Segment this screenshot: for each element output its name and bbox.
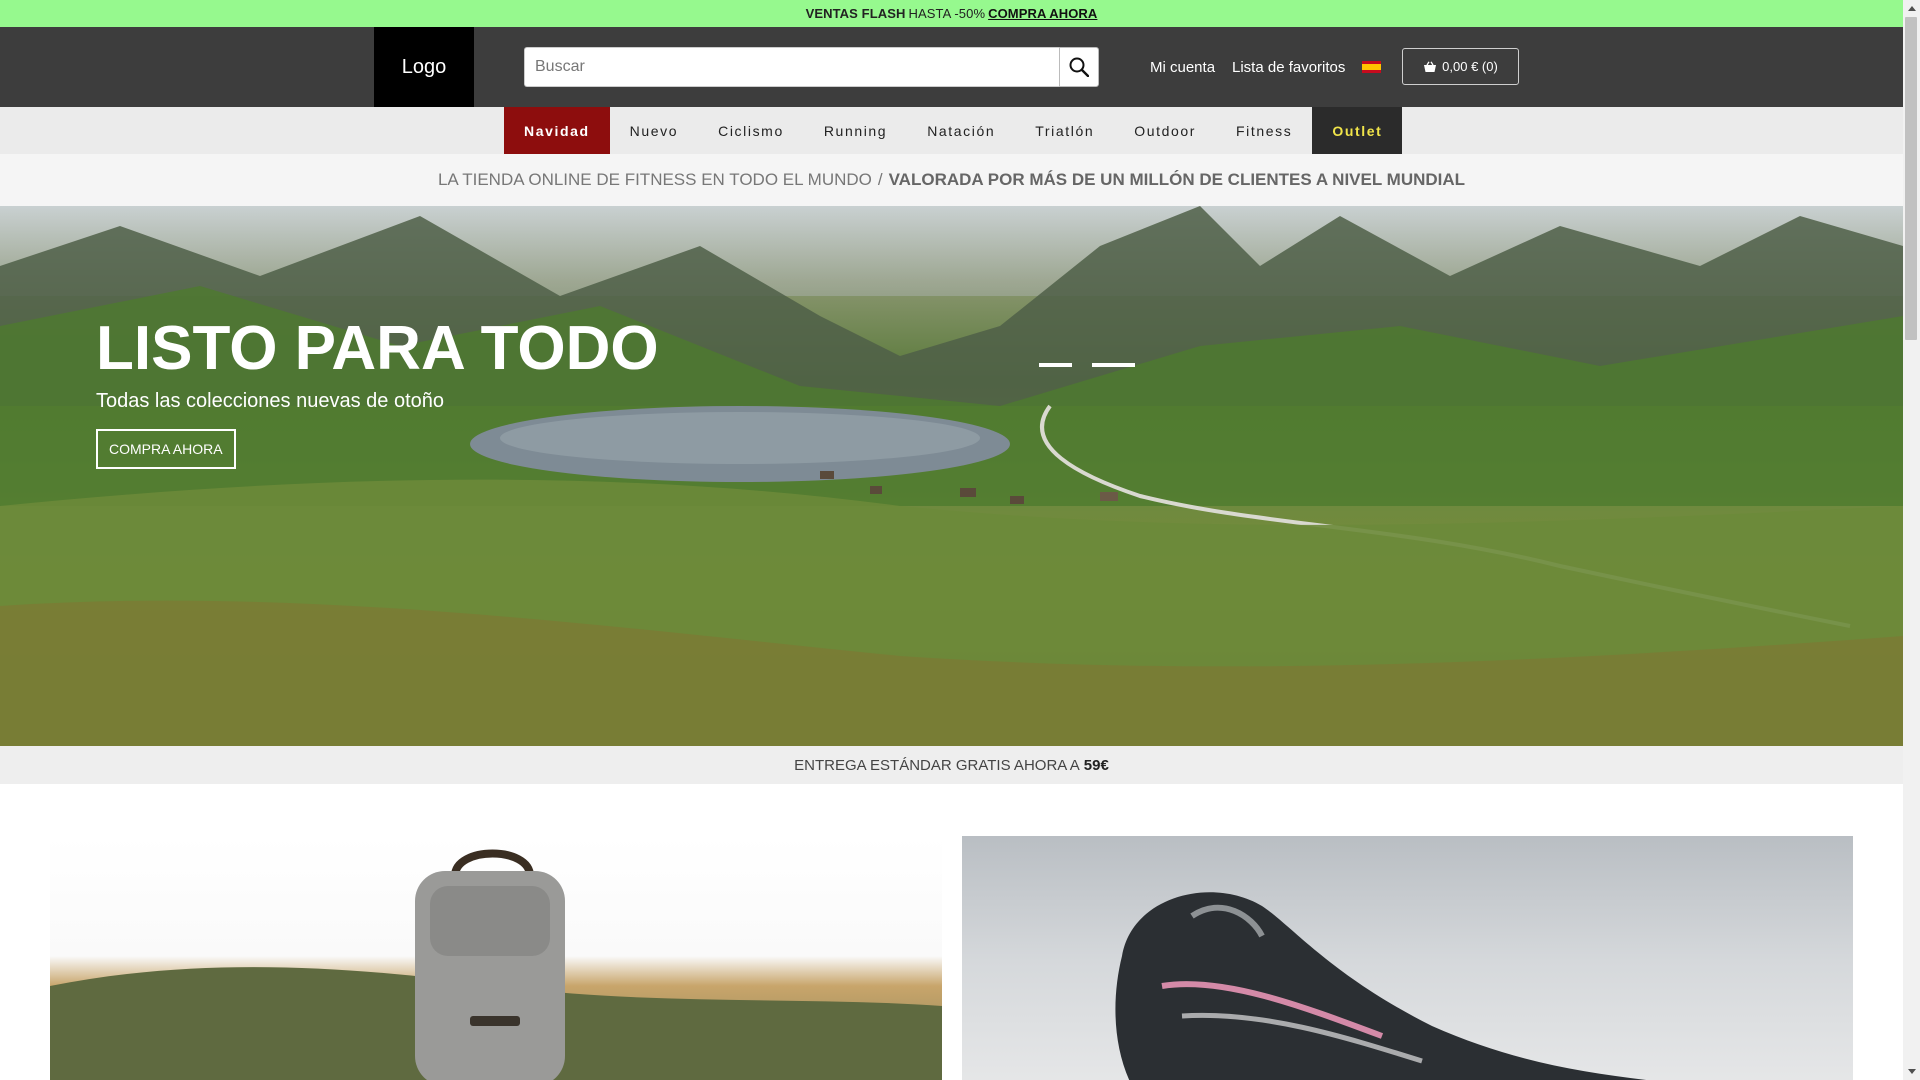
nav-item-fitness[interactable]: Fitness	[1216, 107, 1312, 154]
search-button[interactable]	[1059, 47, 1099, 87]
spain-flag-icon[interactable]	[1362, 61, 1381, 73]
main-nav: Navidad Nuevo Ciclismo Running Natación …	[0, 107, 1903, 154]
slider-dot-2[interactable]	[1092, 363, 1135, 367]
promo-cards	[50, 836, 1853, 1080]
sneaker-promo-card[interactable]	[962, 836, 1853, 1080]
search-icon	[1069, 57, 1089, 77]
page: VENTAS FLASH HASTA -50% COMPRA AHORA Log…	[0, 0, 1903, 1080]
nav-item-nuevo[interactable]: Nuevo	[610, 107, 698, 154]
nav-item-triatlon[interactable]: Triatlón	[1015, 107, 1114, 154]
nav-item-outdoor[interactable]: Outdoor	[1114, 107, 1216, 154]
tagline-part1: LA TIENDA ONLINE DE FITNESS EN TODO EL M…	[437, 170, 872, 189]
nav-item-outlet[interactable]: Outlet	[1312, 107, 1403, 154]
hero-shop-button[interactable]: COMPRA AHORA	[96, 429, 236, 469]
shipping-text: ENTREGA ESTÁNDAR GRATIS AHORA A	[794, 756, 1080, 774]
mountain-landscape-image	[0, 206, 1903, 746]
scroll-down-arrow-icon[interactable]	[1903, 1063, 1920, 1080]
backpack-image	[50, 849, 942, 1080]
tagline-part2: VALORADA POR MÁS DE UN MILLÓN DE CLIENTE…	[888, 170, 1466, 189]
hero-title: LISTO PARA TODO	[96, 314, 659, 383]
nav-item-running[interactable]: Running	[804, 107, 907, 154]
shipping-amount: 59€	[1083, 756, 1109, 774]
logo[interactable]: Logo	[374, 27, 474, 107]
account-link[interactable]: Mi cuenta	[1150, 27, 1215, 107]
backpack-promo-card[interactable]	[50, 836, 942, 1080]
promo-bar: VENTAS FLASH HASTA -50% COMPRA AHORA	[0, 0, 1903, 27]
promo-strong: VENTAS FLASH	[805, 6, 906, 21]
wishlist-link[interactable]: Lista de favoritos	[1232, 27, 1345, 107]
basket-icon	[1424, 60, 1437, 72]
tagline: LA TIENDA ONLINE DE FITNESS EN TODO EL M…	[0, 154, 1903, 206]
page-scrollbar[interactable]	[1903, 0, 1920, 1080]
scroll-up-arrow-icon[interactable]	[1903, 0, 1920, 17]
nav-item-ciclismo[interactable]: Ciclismo	[698, 107, 804, 154]
slider-dot-1[interactable]	[1039, 363, 1072, 367]
header: Logo Mi cuenta Lista de favoritos 0,00 €…	[0, 27, 1903, 107]
tagline-separator: /	[877, 170, 883, 189]
hero-content: LISTO PARA TODO Todas las colecciones nu…	[96, 318, 659, 469]
search-input[interactable]	[524, 47, 1059, 87]
cart-total: 0,00 € (0)	[1442, 59, 1498, 74]
scrollbar-thumb[interactable]	[1905, 17, 1917, 340]
nav-item-natacion[interactable]: Natación	[907, 107, 1015, 154]
sneaker-image	[1115, 892, 1647, 1080]
hero-subtitle: Todas las colecciones nuevas de otoño	[96, 390, 445, 412]
hero-banner: LISTO PARA TODO Todas las colecciones nu…	[0, 206, 1903, 746]
promo-link[interactable]: COMPRA AHORA	[988, 6, 1097, 21]
shipping-bar: ENTREGA ESTÁNDAR GRATIS AHORA A 59€	[0, 746, 1903, 784]
search-bar	[524, 47, 1100, 87]
cart-button[interactable]: 0,00 € (0)	[1402, 48, 1519, 85]
promo-text: HASTA -50%	[908, 6, 986, 21]
nav-item-navidad[interactable]: Navidad	[504, 107, 610, 154]
